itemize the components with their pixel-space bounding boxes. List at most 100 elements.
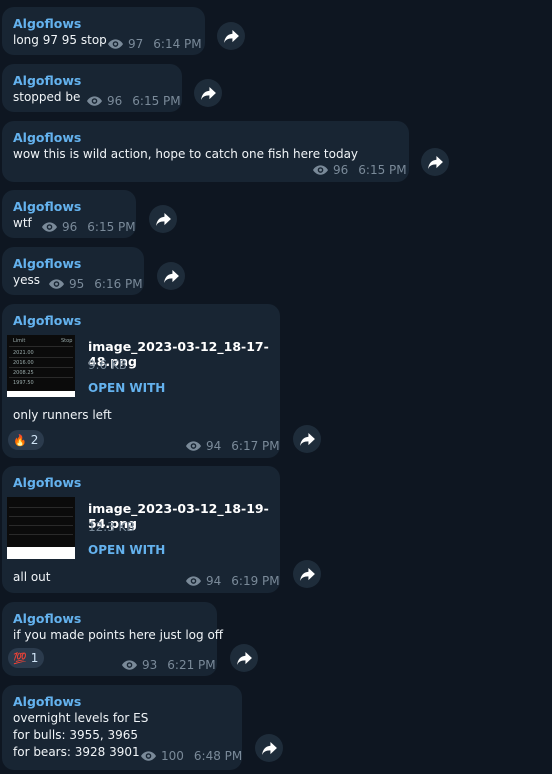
thumb-header: Limit — [13, 338, 26, 344]
share-arrow-icon — [261, 741, 277, 755]
file-size: 12.3 KB — [88, 520, 135, 534]
fire-emoji-icon: 🔥 — [13, 433, 27, 447]
view-count: 97 — [128, 37, 144, 51]
share-arrow-icon — [299, 432, 315, 446]
reaction-count: 2 — [30, 433, 39, 447]
views-icon — [42, 222, 57, 232]
message-text: wtf — [13, 216, 32, 230]
message-time: 6:15 PM — [87, 220, 136, 234]
view-count: 100 — [161, 749, 184, 763]
message-meta: 96 6:15 PM — [42, 220, 136, 234]
view-count: 96 — [107, 94, 123, 108]
sender-name[interactable]: Algoflows — [13, 313, 81, 328]
sender-name[interactable]: Algoflows — [13, 73, 81, 88]
share-arrow-icon — [163, 269, 179, 283]
reaction-badge[interactable]: 🔥 2 — [8, 430, 45, 450]
message-text: wow this is wild action, hope to catch o… — [13, 147, 359, 161]
message-bubble[interactable]: Algoflows stopped be 96 6:15 PM — [2, 64, 182, 112]
message-time: 6:21 PM — [167, 658, 216, 672]
message-meta: 96 6:15 PM — [87, 94, 181, 108]
message-text: only runners left — [13, 408, 112, 422]
thumb-cell: 2021.00 — [13, 350, 34, 356]
file-size: 9.6 KB — [88, 358, 127, 372]
message-text: all out — [13, 570, 51, 584]
message-text: yess — [13, 273, 40, 287]
views-icon — [141, 751, 156, 761]
thumb-cell: 2016.00 — [13, 360, 34, 366]
message-text-line: for bulls: 3955, 3965 — [13, 728, 139, 742]
views-icon — [108, 39, 123, 49]
sender-name[interactable]: Algoflows — [13, 611, 81, 626]
sender-name[interactable]: Algoflows — [13, 199, 81, 214]
share-arrow-icon — [223, 29, 239, 43]
share-arrow-icon — [155, 212, 171, 226]
views-icon — [186, 576, 201, 586]
image-thumbnail[interactable] — [7, 497, 75, 559]
message-meta: 96 6:15 PM — [313, 163, 407, 177]
reaction-badge[interactable]: 💯 1 — [8, 648, 45, 668]
sender-name[interactable]: Algoflows — [13, 130, 81, 145]
message-meta: 94 6:17 PM — [186, 439, 280, 453]
message-meta: 94 6:19 PM — [186, 574, 280, 588]
view-count: 96 — [333, 163, 349, 177]
message-bubble[interactable]: Algoflows wow this is wild action, hope … — [2, 121, 409, 182]
forward-button[interactable] — [255, 734, 283, 762]
message-text-line: overnight levels for ES — [13, 711, 149, 725]
message-meta: 97 6:14 PM — [108, 37, 202, 51]
sender-name[interactable]: Algoflows — [13, 694, 81, 709]
views-icon — [87, 96, 102, 106]
share-arrow-icon — [200, 86, 216, 100]
share-arrow-icon — [427, 155, 443, 169]
message-text-line: for bears: 3928 3901 — [13, 745, 140, 759]
share-arrow-icon — [299, 567, 315, 581]
message-time: 6:15 PM — [358, 163, 407, 177]
message-text: stopped be — [13, 90, 81, 104]
forward-button[interactable] — [149, 205, 177, 233]
forward-button[interactable] — [421, 148, 449, 176]
share-arrow-icon — [236, 651, 252, 665]
view-count: 93 — [142, 658, 158, 672]
view-count: 95 — [69, 277, 85, 291]
forward-button[interactable] — [293, 425, 321, 453]
message-bubble[interactable]: Algoflows image_2023-03-12_18-19-54.png … — [2, 466, 280, 593]
views-icon — [122, 660, 137, 670]
views-icon — [186, 441, 201, 451]
forward-button[interactable] — [157, 262, 185, 290]
thumb-cell: 1997.50 — [13, 380, 34, 386]
message-time: 6:15 PM — [132, 94, 181, 108]
message-text: if you made points here just log off — [13, 628, 224, 642]
forward-button[interactable] — [217, 22, 245, 50]
message-meta: 93 6:21 PM — [122, 658, 216, 672]
message-time: 6:19 PM — [231, 574, 280, 588]
view-count: 94 — [206, 439, 222, 453]
hundred-points-emoji-icon: 💯 — [13, 651, 27, 665]
thumb-header: Stop — [61, 338, 73, 344]
open-with-link[interactable]: OPEN WITH — [88, 543, 165, 557]
message-time: 6:14 PM — [153, 37, 202, 51]
open-with-link[interactable]: OPEN WITH — [88, 381, 165, 395]
message-time: 6:48 PM — [193, 749, 243, 763]
message-meta: 95 6:16 PM — [49, 277, 143, 291]
sender-name[interactable]: Algoflows — [13, 256, 81, 271]
forward-button[interactable] — [194, 79, 222, 107]
sender-name[interactable]: Algoflows — [13, 475, 81, 490]
message-time: 6:17 PM — [231, 439, 280, 453]
message-bubble[interactable]: Algoflows yess 95 6:16 PM — [2, 247, 144, 295]
message-bubble[interactable]: Algoflows long 97 95 stop 97 6:14 PM — [2, 7, 205, 55]
message-text: long 97 95 stop — [13, 33, 107, 47]
thumb-cell: 2008.25 — [13, 370, 34, 376]
message-bubble[interactable]: Algoflows if you made points here just l… — [2, 602, 223, 676]
views-icon — [313, 165, 328, 175]
sender-name[interactable]: Algoflows — [13, 16, 81, 31]
forward-button[interactable] — [230, 644, 258, 672]
message-bubble[interactable]: Algoflows Limit Stop 2021.00 2016.00 200… — [2, 304, 280, 458]
view-count: 96 — [62, 220, 78, 234]
message-time: 6:16 PM — [94, 277, 143, 291]
reaction-count: 1 — [30, 651, 39, 665]
forward-button[interactable] — [293, 560, 321, 588]
image-thumbnail[interactable]: Limit Stop 2021.00 2016.00 2008.25 1997.… — [7, 335, 75, 397]
message-feed: Algoflows long 97 95 stop 97 6:14 PM Alg… — [0, 0, 552, 774]
views-icon — [49, 279, 64, 289]
message-bubble[interactable]: Algoflows overnight levels for ES for bu… — [2, 685, 242, 770]
message-bubble[interactable]: Algoflows wtf 96 6:15 PM — [2, 190, 136, 238]
